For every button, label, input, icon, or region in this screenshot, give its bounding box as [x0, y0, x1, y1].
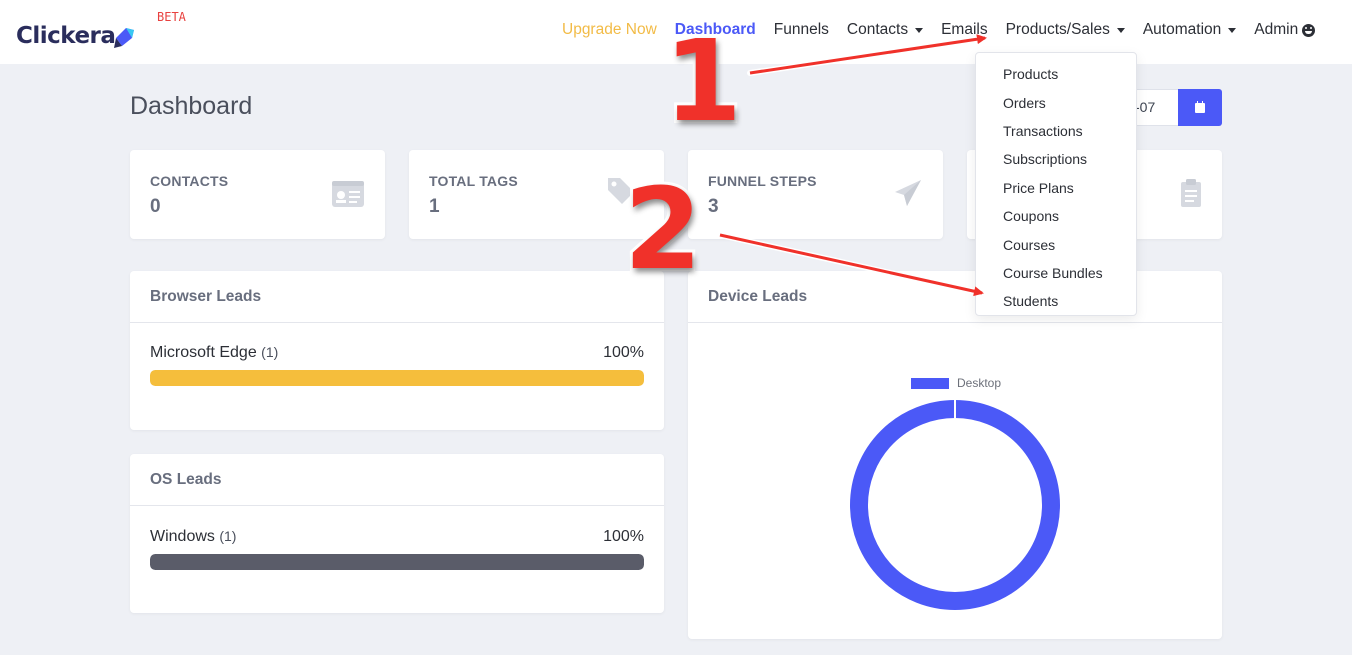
divider — [130, 322, 664, 323]
stat-label: FUNNEL STEPS — [708, 173, 817, 189]
dropdown-item-subscriptions[interactable]: Subscriptions — [976, 145, 1136, 173]
panel-title: OS Leads — [150, 471, 222, 488]
browser-leads-panel: Browser Leads Microsoft Edge (1) 100% — [130, 271, 664, 430]
nav-upgrade-label: Upgrade Now — [562, 21, 657, 38]
beta-badge: BETA — [157, 10, 186, 24]
dropdown-item-coupons[interactable]: Coupons — [976, 202, 1136, 230]
smiley-icon — [1302, 23, 1316, 37]
nav-funnels-label: Funnels — [773, 21, 829, 38]
nav-admin[interactable]: Admin — [1254, 21, 1316, 39]
chevron-down-icon — [915, 27, 924, 33]
legend-label: Desktop — [957, 376, 1002, 390]
brand-name: Clickera — [16, 23, 116, 49]
progress-fill — [150, 370, 644, 386]
products-sales-dropdown: Products Orders Transactions Subscriptio… — [975, 52, 1137, 316]
stat-card-contacts: CONTACTS 0 — [130, 150, 385, 239]
chevron-down-icon — [1116, 27, 1125, 33]
stat-value: 0 — [150, 196, 161, 217]
annotation-step-1: 1 — [661, 17, 745, 147]
lead-count: (1) — [219, 528, 237, 544]
chevron-down-icon — [1228, 27, 1237, 33]
calendar-icon — [1195, 100, 1205, 113]
lead-percent: 100% — [603, 528, 644, 545]
brand-logo[interactable]: Clickera — [16, 20, 116, 52]
dropdown-item-orders[interactable]: Orders — [976, 88, 1136, 116]
nav-emails[interactable]: Emails — [941, 21, 988, 39]
lead-percent: 100% — [603, 344, 644, 361]
logo-rocket-icon — [114, 28, 134, 48]
page-title: Dashboard — [130, 92, 253, 120]
dropdown-item-students[interactable]: Students — [976, 287, 1136, 315]
nav-automation[interactable]: Automation — [1142, 21, 1237, 39]
progress-fill — [150, 554, 644, 570]
clipboard-icon — [1181, 179, 1201, 207]
dropdown-item-transactions[interactable]: Transactions — [976, 117, 1136, 145]
nav-products-sales-label: Products/Sales — [1005, 21, 1110, 38]
device-donut-chart — [850, 400, 1060, 610]
nav-emails-label: Emails — [941, 21, 988, 38]
dropdown-item-products[interactable]: Products — [976, 60, 1136, 88]
date-picker-button[interactable] — [1178, 89, 1222, 126]
chart-legend[interactable]: Desktop — [911, 376, 1001, 390]
donut-slice-desktop[interactable] — [850, 400, 1060, 610]
nav-automation-label: Automation — [1142, 21, 1222, 38]
os-leads-panel: OS Leads Windows (1) 100% — [130, 454, 664, 613]
lead-name-text: Microsoft Edge — [150, 344, 257, 361]
legend-swatch — [911, 377, 949, 389]
nav-upgrade-now[interactable]: Upgrade Now — [562, 21, 657, 39]
nav-contacts[interactable]: Contacts — [846, 21, 924, 39]
panel-title: Browser Leads — [150, 288, 262, 305]
id-card-icon — [332, 181, 364, 207]
lead-name-text: Windows — [150, 528, 215, 545]
dropdown-item-price-plans[interactable]: Price Plans — [976, 174, 1136, 202]
divider — [688, 322, 1222, 323]
stat-label: CONTACTS — [150, 173, 229, 189]
progress-track — [150, 370, 644, 386]
nav-funnels[interactable]: Funnels — [774, 21, 829, 39]
stat-label: TOTAL TAGS — [429, 173, 518, 189]
annotation-step-2: 2 — [621, 165, 705, 295]
nav-products-sales[interactable]: Products/Sales — [1006, 21, 1125, 39]
stat-card-funnel-steps: FUNNEL STEPS 3 — [688, 150, 943, 239]
progress-track — [150, 554, 644, 570]
dropdown-item-courses[interactable]: Courses — [976, 230, 1136, 258]
lead-name: Microsoft Edge (1) — [150, 344, 278, 362]
paper-plane-icon — [895, 180, 921, 206]
lead-name: Windows (1) — [150, 528, 236, 546]
dropdown-item-course-bundles[interactable]: Course Bundles — [976, 259, 1136, 287]
nav-admin-label: Admin — [1254, 21, 1299, 38]
stat-value: 3 — [708, 196, 719, 217]
panel-title: Device Leads — [708, 288, 808, 305]
stat-value: 1 — [429, 196, 440, 217]
nav-contacts-label: Contacts — [846, 21, 909, 38]
divider — [130, 505, 664, 506]
lead-count: (1) — [261, 344, 279, 360]
device-leads-panel: Device Leads Desktop — [688, 271, 1222, 639]
